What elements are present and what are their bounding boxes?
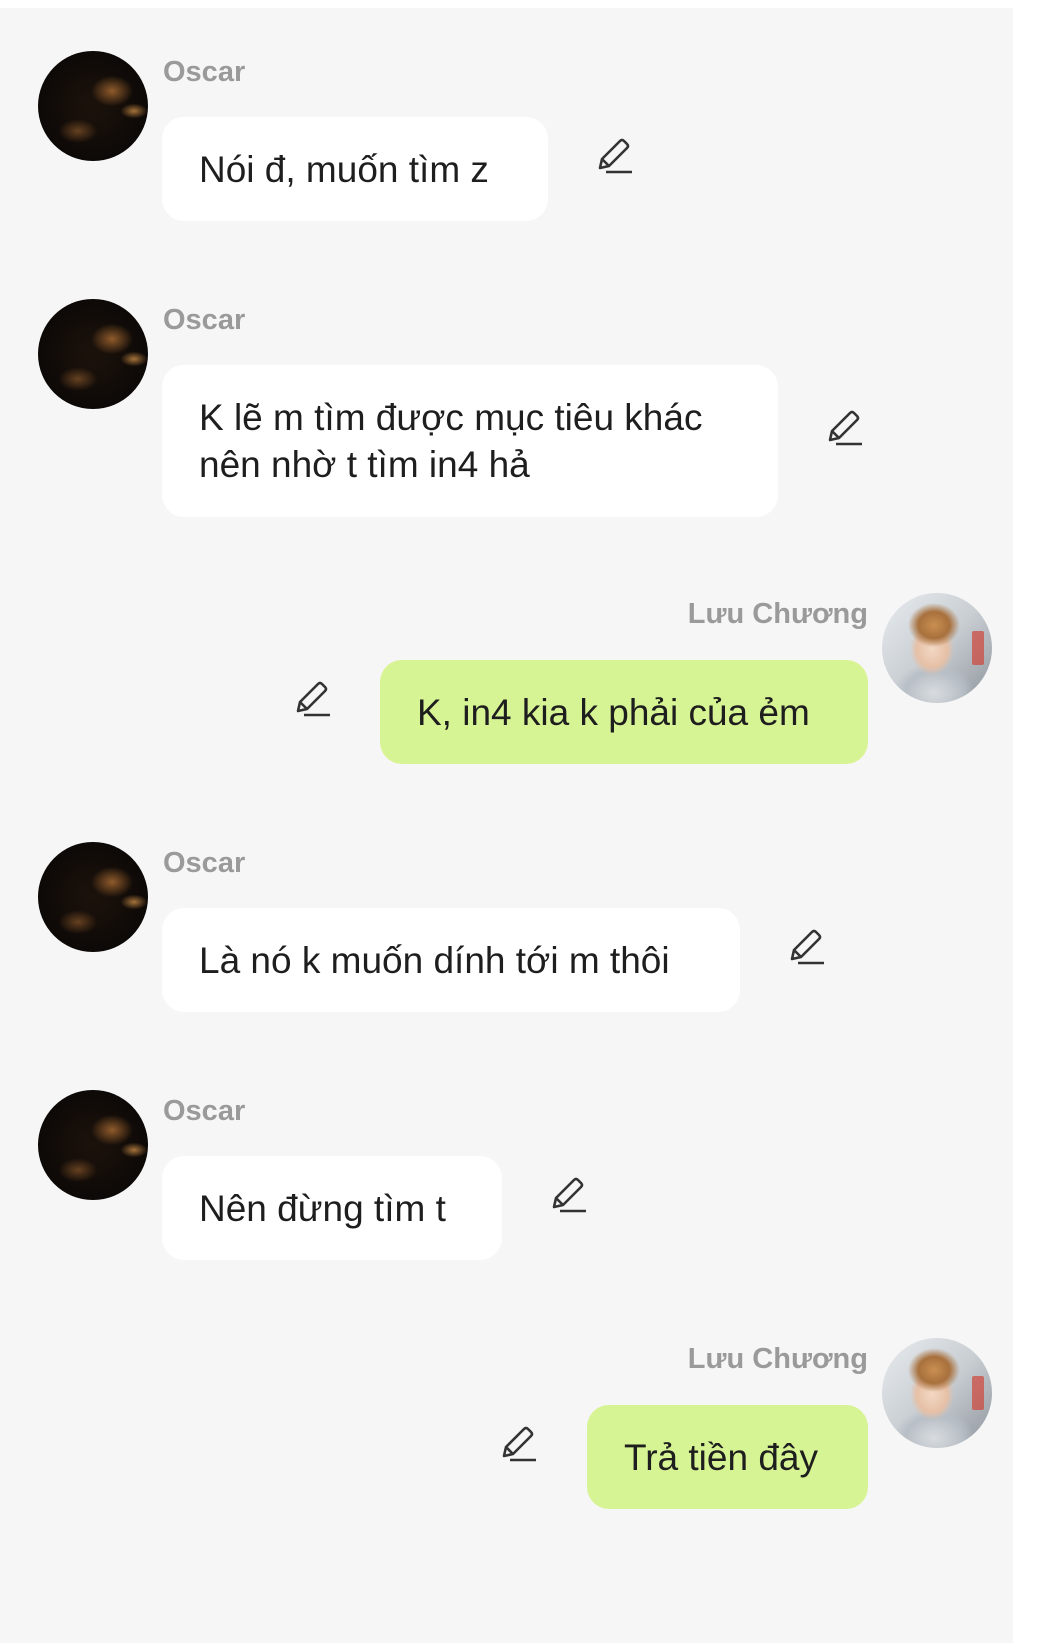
sender-name: Lưu Chương: [687, 1343, 868, 1375]
message-bubble[interactable]: Trả tiền đây: [587, 1405, 868, 1509]
message-bubble[interactable]: K, in4 kia k phải của ẻm: [380, 660, 868, 764]
message-bubble[interactable]: Là nó k muốn dính tới m thôi: [162, 908, 740, 1012]
oscar-avatar[interactable]: [38, 1090, 148, 1200]
message-bubble[interactable]: K lẽ m tìm được mục tiêu khác nên nhờ t …: [162, 365, 778, 517]
edit-icon[interactable]: [824, 410, 864, 450]
edit-icon[interactable]: [786, 929, 826, 969]
edit-icon[interactable]: [548, 1177, 588, 1217]
sender-name: Oscar: [163, 1095, 246, 1127]
sender-name: Oscar: [163, 304, 246, 336]
chat-thread: Oscar Nói đ, muốn tìm z Oscar K lẽ m tìm…: [0, 8, 1013, 1643]
sender-name: Oscar: [163, 847, 246, 879]
edit-icon[interactable]: [292, 681, 332, 721]
sender-name: Lưu Chương: [687, 598, 868, 630]
oscar-avatar[interactable]: [38, 842, 148, 952]
edit-icon[interactable]: [498, 1426, 538, 1466]
luu-chuong-avatar[interactable]: [882, 1338, 992, 1448]
edit-icon[interactable]: [594, 138, 634, 178]
sender-name: Oscar: [163, 56, 246, 88]
message-bubble[interactable]: Nên đừng tìm t: [162, 1156, 502, 1260]
luu-chuong-avatar[interactable]: [882, 593, 992, 703]
oscar-avatar[interactable]: [38, 51, 148, 161]
oscar-avatar[interactable]: [38, 299, 148, 409]
message-bubble[interactable]: Nói đ, muốn tìm z: [162, 117, 548, 221]
